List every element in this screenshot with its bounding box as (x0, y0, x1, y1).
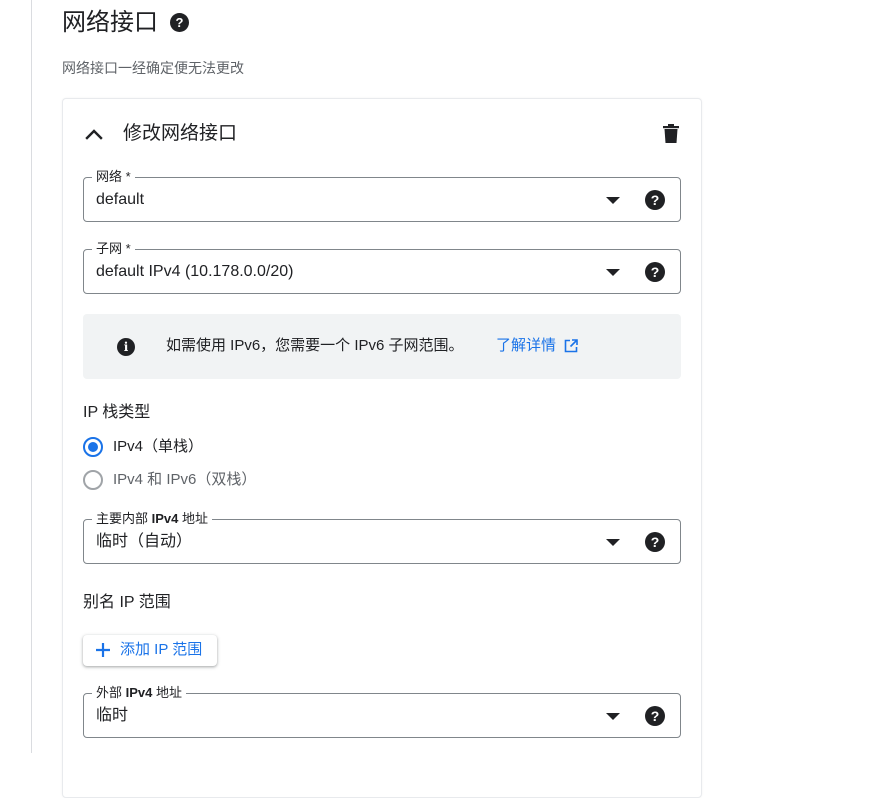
radio-ipv4-single[interactable] (83, 437, 103, 457)
radio-dual-stack[interactable] (83, 470, 103, 490)
section-title: 网络接口 (62, 9, 158, 36)
caret-down-icon[interactable] (606, 269, 620, 276)
card-title: 修改网络接口 (123, 123, 238, 144)
network-value: default (96, 191, 145, 208)
help-icon[interactable]: ? (170, 13, 189, 32)
network-select[interactable]: 网络 * default ? (83, 169, 681, 222)
open-in-new-icon[interactable] (564, 339, 578, 353)
caret-down-icon[interactable] (606, 197, 620, 204)
subnet-label: 子网 * (92, 241, 135, 257)
alias-ip-label: 别名 IP 范围 (83, 594, 171, 611)
help-icon[interactable]: ? (645, 532, 665, 552)
radio-ipv4-single-label[interactable]: IPv4（单栈） (113, 437, 203, 457)
help-icon[interactable]: ? (645, 262, 665, 282)
help-icon[interactable]: ? (645, 706, 665, 726)
ip-stack-label: IP 栈类型 (83, 404, 151, 421)
info-icon: i (117, 338, 135, 356)
network-label: 网络 * (92, 169, 135, 185)
chevron-up-icon[interactable] (84, 124, 104, 144)
ipv6-info-banner: i 如需使用 IPv6，您需要一个 IPv6 子网范围。 了解详情 (83, 314, 681, 379)
trash-icon[interactable] (662, 124, 680, 144)
learn-more-link[interactable]: 了解详情 (496, 336, 556, 356)
external-ipv4-select[interactable]: 外部 IPv4 地址 临时 ? (83, 685, 681, 738)
info-text: 如需使用 IPv6，您需要一个 IPv6 子网范围。 (166, 337, 464, 354)
section-subtitle: 网络接口一经确定便无法更改 (62, 60, 244, 76)
radio-dual-stack-label[interactable]: IPv4 和 IPv6（双栈） (113, 470, 256, 490)
add-ip-range-label: 添加 IP 范围 (120, 641, 203, 658)
caret-down-icon[interactable] (606, 713, 620, 720)
external-ipv4-label: 外部 IPv4 地址 (92, 685, 186, 701)
add-ip-range-button[interactable]: 添加 IP 范围 (83, 635, 217, 666)
subnet-value: default IPv4 (10.178.0.0/20) (96, 263, 294, 280)
internal-ipv4-select[interactable]: 主要内部 IPv4 地址 临时（自动） ? (83, 511, 681, 564)
external-ipv4-value: 临时 (96, 707, 129, 724)
left-rail (0, 0, 32, 753)
internal-ipv4-label: 主要内部 IPv4 地址 (92, 511, 212, 527)
subnet-select[interactable]: 子网 * default IPv4 (10.178.0.0/20) ? (83, 241, 681, 294)
caret-down-icon[interactable] (606, 539, 620, 546)
help-icon[interactable]: ? (645, 190, 665, 210)
internal-ipv4-value: 临时（自动） (96, 533, 193, 550)
plus-icon (96, 643, 110, 657)
